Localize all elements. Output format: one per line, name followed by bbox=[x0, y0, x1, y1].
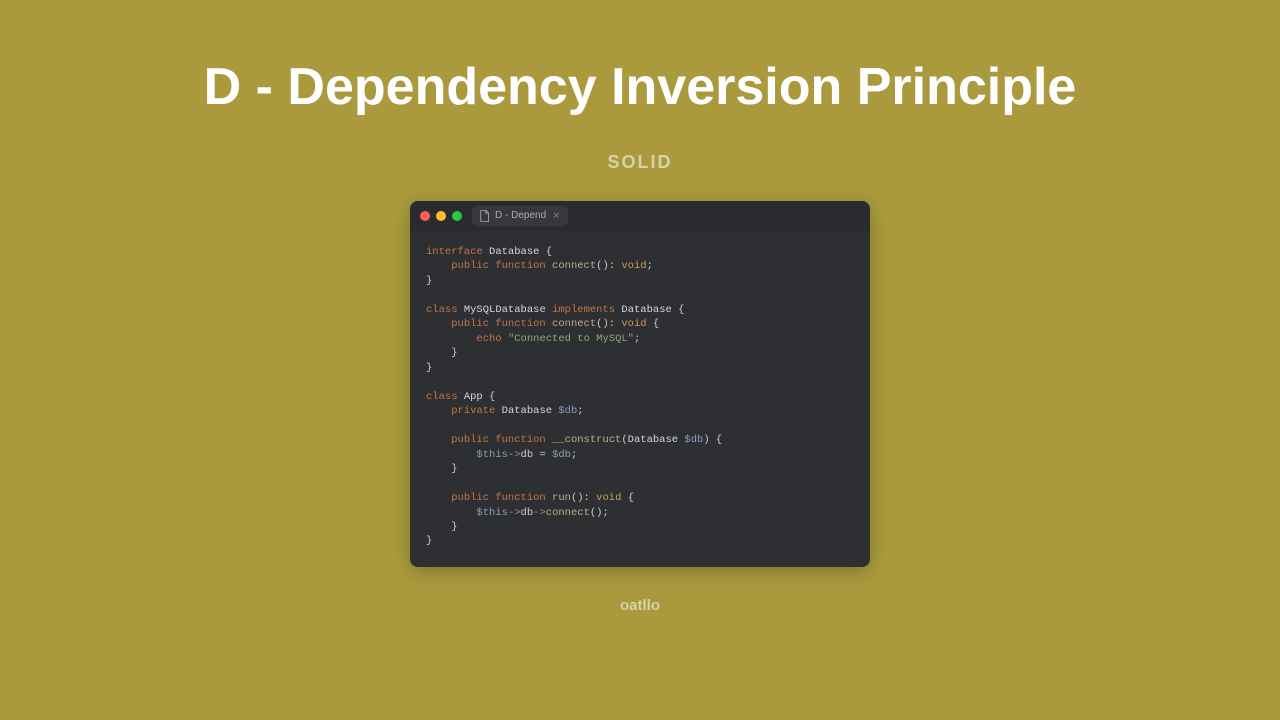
maximize-window-icon bbox=[452, 211, 462, 221]
subtitle: SOLID bbox=[607, 152, 672, 173]
close-window-icon bbox=[420, 211, 430, 221]
editor-tab[interactable]: D - Depend × bbox=[472, 206, 568, 226]
editor-tab-label: D - Depend bbox=[495, 210, 546, 221]
close-tab-icon[interactable]: × bbox=[553, 210, 559, 222]
code-editor: D - Depend × interface Database { public… bbox=[410, 201, 870, 567]
minimize-window-icon bbox=[436, 211, 446, 221]
page-title: D - Dependency Inversion Principle bbox=[204, 58, 1077, 118]
file-icon bbox=[480, 210, 490, 222]
editor-header: D - Depend × bbox=[410, 201, 870, 231]
window-controls bbox=[420, 211, 462, 221]
code-content: interface Database { public function con… bbox=[410, 231, 870, 567]
footer-brand: oatllo bbox=[620, 597, 660, 614]
